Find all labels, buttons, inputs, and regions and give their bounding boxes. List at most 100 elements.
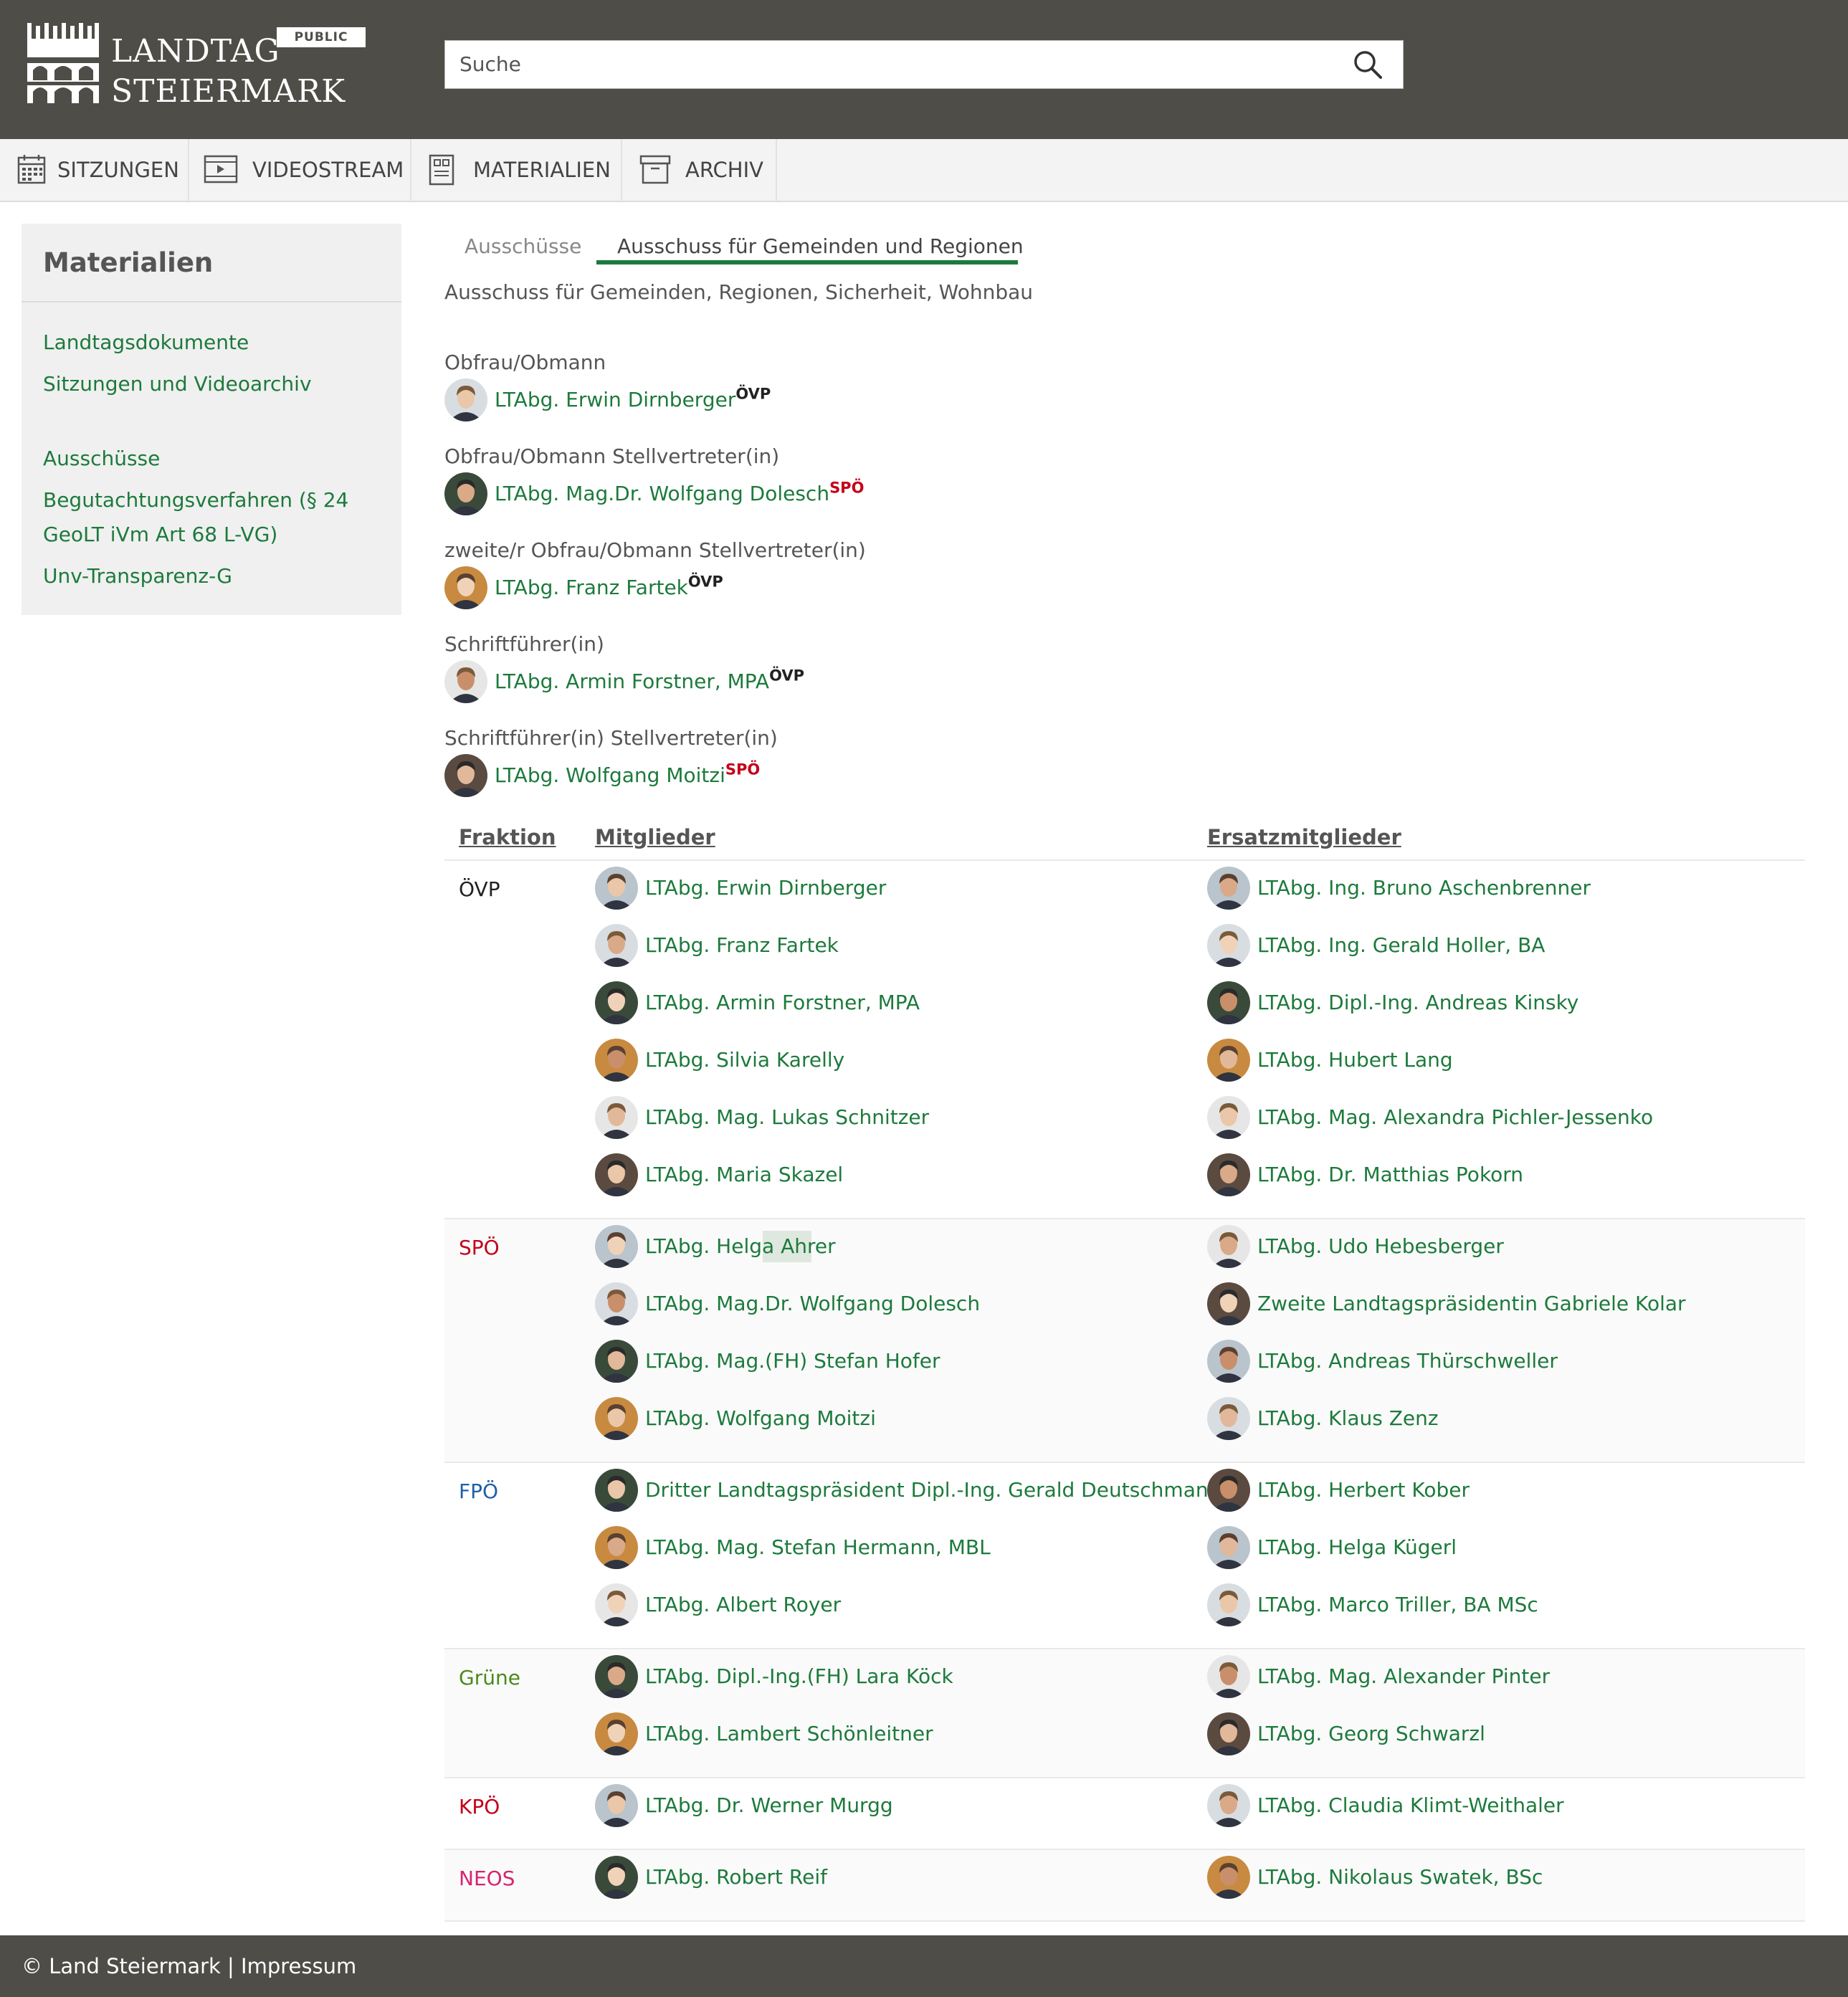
main-nav: SITZUNGEN VIDEOSTREAM MATERIALIEN ARCHIV <box>0 139 1848 202</box>
member-name-link[interactable]: Dritter Landtagspräsident Dipl.-Ing. Ger… <box>645 1474 1221 1506</box>
tab-ausschuesse[interactable]: Ausschüsse <box>465 227 581 267</box>
role-person[interactable]: LTAbg. Wolfgang MoitziSPÖ <box>444 754 946 797</box>
avatar <box>444 472 487 515</box>
avatar <box>595 1655 638 1698</box>
avatar <box>595 1712 638 1755</box>
fraktion-group: Grüne LTAbg. Dipl.-Ing.(FH) Lara Köck LTAb… <box>444 1649 1805 1777</box>
role-label: Obfrau/Obmann <box>444 351 606 374</box>
member-name-link[interactable]: LTAbg. Silvia Karelly <box>645 1044 844 1076</box>
avatar <box>1207 981 1250 1024</box>
substitute-name-link[interactable]: LTAbg. Ing. Bruno Aschenbrenner <box>1257 872 1591 904</box>
avatar <box>1207 1583 1250 1626</box>
member-name-link[interactable]: LTAbg. Mag. Lukas Schnitzer <box>645 1102 929 1133</box>
fraktion-group: FPÖ Dritter Landtagspräsident Dipl.-Ing. … <box>444 1463 1805 1648</box>
fraktion-group: SPÖ LTAbg. Helga Ahrer LTAbg. Mag.Dr. Wolf… <box>444 1219 1805 1462</box>
substitute-name-link[interactable]: LTAbg. Mag. Alexander Pinter <box>1257 1661 1550 1692</box>
nav-archiv[interactable]: ARCHIV <box>622 139 777 201</box>
avatar <box>444 378 487 421</box>
avatar <box>1207 1784 1250 1827</box>
member-name-link[interactable]: LTAbg. Helga Ahrer <box>645 1231 836 1262</box>
member-name-link[interactable]: LTAbg. Armin Forstner, MPA <box>645 987 920 1019</box>
substitute-name-link[interactable]: LTAbg. Claudia Klimt-Weithaler <box>1257 1790 1564 1821</box>
substitute-name-link[interactable]: LTAbg. Georg Schwarzl <box>1257 1718 1485 1750</box>
video-icon <box>204 155 238 184</box>
person-name: LTAbg. Erwin Dirnberger <box>495 388 736 411</box>
substitute-name-link[interactable]: LTAbg. Dr. Matthias Pokorn <box>1257 1159 1523 1191</box>
role-person[interactable]: LTAbg. Mag.Dr. Wolfgang DoleschSPÖ <box>444 472 946 515</box>
member-name-link[interactable]: LTAbg. Mag. Stefan Hermann, MBL <box>645 1532 991 1563</box>
member-name-link[interactable]: LTAbg. Dipl.-Ing.(FH) Lara Köck <box>645 1661 953 1692</box>
member-name-link[interactable]: LTAbg. Albert Royer <box>645 1589 841 1621</box>
avatar <box>1207 1282 1250 1325</box>
avatar <box>595 1225 638 1268</box>
avatar <box>444 566 487 609</box>
sidebar-link-unv-transparenz[interactable]: Unv-Transparenz-G <box>43 559 232 594</box>
member-name-link[interactable]: LTAbg. Wolfgang Moitzi <box>645 1403 876 1434</box>
member-name-link[interactable]: LTAbg. Erwin Dirnberger <box>645 872 886 904</box>
avatar <box>595 1469 638 1512</box>
site-header: LANDTAG STEIERMARK PUBLIC Suche <box>0 0 1848 139</box>
person-name-link[interactable]: LTAbg. Wolfgang MoitziSPÖ <box>495 760 760 791</box>
role-person[interactable]: LTAbg. Erwin DirnbergerÖVP <box>444 378 946 421</box>
substitute-name-link[interactable]: LTAbg. Mag. Alexandra Pichler-Jessenko <box>1257 1102 1653 1133</box>
sidebar-link-landtagsdokumente[interactable]: Landtagsdokumente <box>43 325 249 360</box>
sidebar-link-begutachtung-cont[interactable]: GeoLT iVm Art 68 L-VG) <box>43 518 277 552</box>
substitute-name-link[interactable]: LTAbg. Nikolaus Swatek, BSc <box>1257 1862 1543 1893</box>
member-name-link[interactable]: LTAbg. Lambert Schönleitner <box>645 1718 933 1750</box>
archive-icon <box>639 155 671 184</box>
row-divider <box>444 1920 1805 1922</box>
party-badge: SPÖ <box>725 761 761 778</box>
substitute-name-link[interactable]: LTAbg. Andreas Thürschweller <box>1257 1345 1558 1377</box>
avatar <box>1207 1039 1250 1082</box>
nav-sitzungen[interactable]: SITZUNGEN <box>0 139 189 201</box>
member-name-link[interactable]: LTAbg. Maria Skazel <box>645 1159 843 1191</box>
member-name-link[interactable]: LTAbg. Mag.Dr. Wolfgang Dolesch <box>645 1288 980 1320</box>
person-name-link[interactable]: LTAbg. Erwin DirnbergerÖVP <box>495 384 771 416</box>
search-box[interactable]: Suche <box>444 40 1404 89</box>
person-name-link[interactable]: LTAbg. Franz FartekÖVP <box>495 572 723 604</box>
substitute-name-link[interactable]: LTAbg. Hubert Lang <box>1257 1044 1453 1076</box>
member-name-link[interactable]: LTAbg. Robert Reif <box>645 1862 827 1893</box>
fraktion-group: NEOS LTAbg. Robert Reif LTAbg. Nikolaus Sw… <box>444 1850 1805 1920</box>
substitute-name-link[interactable]: LTAbg. Dipl.-Ing. Andreas Kinsky <box>1257 987 1578 1019</box>
member-name-link[interactable]: LTAbg. Dr. Werner Murgg <box>645 1790 893 1821</box>
person-name-link[interactable]: LTAbg. Mag.Dr. Wolfgang DoleschSPÖ <box>495 478 864 510</box>
substitute-name-link[interactable]: LTAbg. Helga Kügerl <box>1257 1532 1457 1563</box>
substitute-name-link[interactable]: LTAbg. Ing. Gerald Holler, BA <box>1257 930 1545 961</box>
col-header-ersatzmitglieder[interactable]: Ersatzmitglieder <box>1207 823 1401 852</box>
col-header-mitglieder[interactable]: Mitglieder <box>595 823 715 852</box>
avatar <box>595 1282 638 1325</box>
landtag-logo[interactable]: LANDTAG STEIERMARK PUBLIC <box>27 23 371 110</box>
member-name-link[interactable]: LTAbg. Mag.(FH) Stefan Hofer <box>645 1345 940 1377</box>
substitute-name-link[interactable]: Zweite Landtagspräsidentin Gabriele Kola… <box>1257 1288 1686 1320</box>
footer-impressum-link[interactable]: Impressum <box>241 1954 356 1978</box>
col-header-fraktion[interactable]: Fraktion <box>459 823 556 852</box>
sidebar-link-ausschuesse[interactable]: Ausschüsse <box>43 442 160 476</box>
search-input[interactable]: Suche <box>459 41 521 88</box>
avatar <box>1207 1526 1250 1569</box>
person-name-link[interactable]: LTAbg. Armin Forstner, MPAÖVP <box>495 666 804 697</box>
substitute-name-link[interactable]: LTAbg. Klaus Zenz <box>1257 1403 1439 1434</box>
avatar <box>595 1397 638 1440</box>
member-name-link[interactable]: LTAbg. Franz Fartek <box>645 930 839 961</box>
substitute-name-link[interactable]: LTAbg. Udo Hebesberger <box>1257 1231 1504 1262</box>
nav-videostream[interactable]: VIDEOSTREAM <box>189 139 411 201</box>
fraktion-group: KPÖ LTAbg. Dr. Werner Murgg LTAbg. Claudia… <box>444 1778 1805 1849</box>
party-badge: ÖVP <box>735 385 771 403</box>
substitute-name-link[interactable]: LTAbg. Herbert Kober <box>1257 1474 1470 1506</box>
nav-materialien[interactable]: MATERIALIEN <box>411 139 622 201</box>
substitute-name-link[interactable]: LTAbg. Marco Triller, BA MSc <box>1257 1589 1538 1621</box>
role-person[interactable]: LTAbg. Armin Forstner, MPAÖVP <box>444 660 946 703</box>
search-icon[interactable] <box>1353 49 1383 80</box>
sidebar-link-sitzungen[interactable]: Sitzungen und Videoarchiv <box>43 367 312 401</box>
parliament-building-icon <box>27 23 99 103</box>
role-person[interactable]: LTAbg. Franz FartekÖVP <box>444 566 946 609</box>
avatar <box>1207 1712 1250 1755</box>
avatar <box>1207 1153 1250 1196</box>
avatar <box>595 1583 638 1626</box>
avatar <box>595 1526 638 1569</box>
role-label: Schriftführer(in) <box>444 632 604 656</box>
avatar <box>1207 1340 1250 1383</box>
sidebar-link-begutachtung[interactable]: Begutachtungsverfahren (§ 24 <box>43 483 348 518</box>
active-tab-indicator <box>596 260 1018 264</box>
